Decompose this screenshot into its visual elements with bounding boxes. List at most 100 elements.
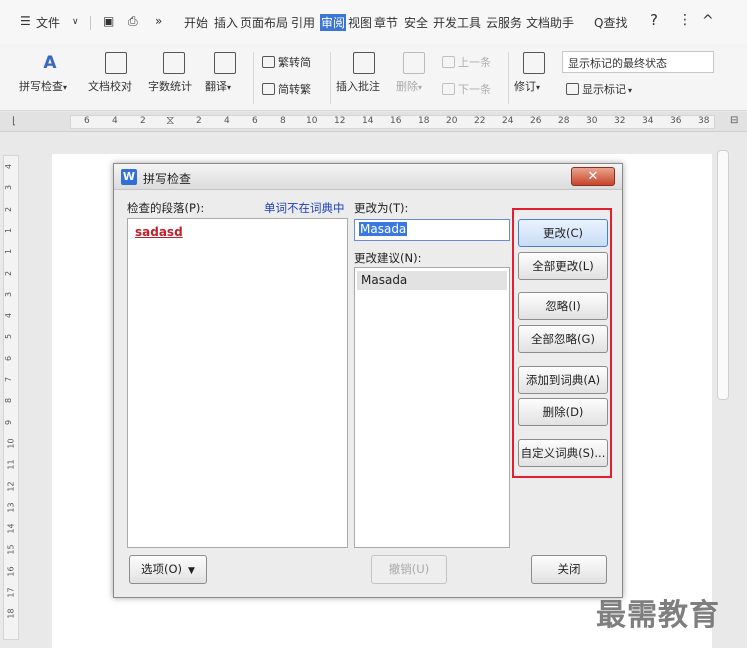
dialog-close-button[interactable]: ✕ xyxy=(571,167,615,186)
ruler-number: 12 xyxy=(334,116,346,126)
change-to-label: 更改为(T): xyxy=(354,201,409,215)
suggestions-label: 更改建议(N): xyxy=(354,251,422,265)
print-icon[interactable]: ⎙ xyxy=(128,14,138,29)
word-count-icon xyxy=(163,52,185,74)
custom-dictionary-button[interactable]: 自定义词典(S)... xyxy=(518,439,608,467)
tab-cloud[interactable]: 云服务 xyxy=(486,14,522,31)
simp-to-trad-button[interactable]: 简转繁 xyxy=(262,81,311,97)
checked-paragraph-box[interactable]: sadasd xyxy=(127,218,348,548)
translate-label: 翻译 xyxy=(205,80,227,93)
prev-comment-button[interactable]: 上一条 xyxy=(442,54,491,70)
wps-app-icon: W xyxy=(121,169,137,185)
ruler-number: 22 xyxy=(474,116,486,126)
ruler-toggle-icon[interactable]: ⊟ xyxy=(730,115,738,126)
next-comment-label: 下一条 xyxy=(458,83,491,96)
tab-stop-icon[interactable]: ⌊ xyxy=(12,116,16,127)
show-markup-label: 显示标记 xyxy=(582,83,626,96)
ruler-number: 2 xyxy=(196,116,202,126)
tab-security[interactable]: 安全 xyxy=(404,14,428,31)
horizontal-ruler[interactable]: ⌊ ⧖ 6 4 2 2 4 6 8 10 12 14 16 18 20 22 24 26 28 30 32 34 36 3… xyxy=(0,112,747,132)
ruler-number: 4 xyxy=(4,163,14,170)
doc-proof-icon xyxy=(105,52,127,74)
dropdown-arrow: ▾ xyxy=(63,83,68,92)
search-button[interactable]: Q查找 xyxy=(594,14,627,31)
dialog-title-bar[interactable]: W 拼写检查 ✕ xyxy=(114,164,622,190)
trad-to-simp-icon xyxy=(262,56,275,68)
suggestion-item[interactable]: Masada xyxy=(357,271,507,290)
ruler-number: 20 xyxy=(446,116,458,126)
tab-page-layout[interactable]: 页面布局 xyxy=(240,14,288,31)
trad-to-simp-button[interactable]: 繁转简 xyxy=(262,54,311,70)
next-comment-button[interactable]: 下一条 xyxy=(442,81,491,97)
ribbon-divider xyxy=(508,52,509,104)
ruler-number: 8 xyxy=(4,398,14,404)
help-icon[interactable]: ? xyxy=(650,11,658,29)
file-menu[interactable]: 文件 xyxy=(36,14,60,31)
ruler-number: 6 xyxy=(4,355,14,361)
ignore-button[interactable]: 忽略(I) xyxy=(518,292,608,320)
menu-divider xyxy=(90,16,91,30)
tab-home[interactable]: 开始 xyxy=(184,14,208,31)
change-to-value: Masada xyxy=(359,222,408,236)
translate-button[interactable]: 翻译▾ xyxy=(205,52,245,93)
delete-word-button[interactable]: 删除(D) xyxy=(518,398,608,426)
save-icon[interactable]: ▣ xyxy=(103,14,114,28)
insert-comment-button[interactable]: 插入批注 xyxy=(336,52,392,93)
tab-developer[interactable]: 开发工具 xyxy=(433,14,481,31)
doc-proof-button[interactable]: 文档校对 xyxy=(88,52,144,93)
ruler-number: 4 xyxy=(4,313,14,319)
dropdown-arrow: ▾ xyxy=(418,83,423,92)
options-button[interactable]: 选项(O) ▼ xyxy=(129,555,207,584)
tab-doc-assistant[interactable]: 文档助手 xyxy=(526,14,574,31)
watermark: 最需教育 xyxy=(596,598,720,633)
close-button[interactable]: 关闭 xyxy=(531,555,607,584)
revise-icon xyxy=(523,52,545,74)
word-count-button[interactable]: 字数统计 xyxy=(148,52,200,93)
ruler-number: 4 xyxy=(112,116,118,126)
tab-chapter[interactable]: 章节 xyxy=(374,14,398,31)
ruler-number: 11 xyxy=(6,459,16,470)
more-tabs-button[interactable]: » xyxy=(155,14,162,28)
ruler-number: 12 xyxy=(6,480,16,492)
checked-paragraph-label: 检查的段落(P): xyxy=(127,201,205,215)
misspelled-word: sadasd xyxy=(135,225,183,239)
ruler-number: 3 xyxy=(4,185,14,191)
ruler-number: 36 xyxy=(670,116,682,126)
spell-check-button[interactable]: A 拼写检查▾ xyxy=(19,52,81,93)
change-all-button[interactable]: 全部更改(L) xyxy=(518,252,608,280)
ribbon-divider xyxy=(330,52,331,104)
ruler-number: 6 xyxy=(84,116,90,126)
more-vert-icon[interactable]: ⋮ xyxy=(678,12,692,28)
ribbon-divider xyxy=(253,52,254,104)
spell-check-icon: A xyxy=(43,53,57,73)
tab-review[interactable]: 审阅 xyxy=(320,14,347,31)
undo-button[interactable]: 撤销(U) xyxy=(371,555,447,584)
ruler-number: 2 xyxy=(4,206,14,212)
dropdown-arrow: ▾ xyxy=(628,86,633,95)
vertical-scrollbar[interactable] xyxy=(717,150,729,400)
ruler-number: 28 xyxy=(558,116,570,126)
collapse-ribbon-icon[interactable]: ^ xyxy=(702,13,714,29)
simp-to-trad-icon xyxy=(262,83,275,95)
spell-check-dialog: W 拼写检查 ✕ 检查的段落(P): 单词不在词典中 sadasd 更改为(T)… xyxy=(113,163,623,598)
change-button[interactable]: 更改(C) xyxy=(518,219,608,247)
hamburger-icon[interactable]: ☰ xyxy=(20,14,31,28)
ruler-number: 1 xyxy=(4,227,14,233)
next-comment-icon xyxy=(442,83,455,95)
change-to-input[interactable]: Masada xyxy=(354,219,510,241)
suggestions-list[interactable]: Masada xyxy=(354,267,510,548)
ignore-all-button[interactable]: 全部忽略(G) xyxy=(518,325,608,353)
revise-button[interactable]: 修订▾ xyxy=(514,52,554,93)
chevron-down-icon[interactable]: ∨ xyxy=(72,17,79,27)
tab-references[interactable]: 引用 xyxy=(291,14,315,31)
ruler-number: 34 xyxy=(642,116,654,126)
vertical-ruler[interactable]: 4 3 2 1 1 2 3 4 5 6 7 8 9 10 11 12 13 14 15 16 17 18 xyxy=(3,155,19,640)
tab-view[interactable]: 视图 xyxy=(348,14,372,31)
show-markup-button[interactable]: 显示标记 ▾ xyxy=(566,81,632,97)
add-to-dictionary-button[interactable]: 添加到词典(A) xyxy=(518,366,608,394)
markup-state-select[interactable]: 显示标记的最终状态 xyxy=(562,51,714,73)
indent-marker-icon[interactable]: ⧖ xyxy=(166,113,174,128)
delete-comment-button[interactable]: 删除▾ xyxy=(396,52,432,93)
dropdown-arrow: ▾ xyxy=(536,83,541,92)
tab-insert[interactable]: 插入 xyxy=(214,14,238,31)
